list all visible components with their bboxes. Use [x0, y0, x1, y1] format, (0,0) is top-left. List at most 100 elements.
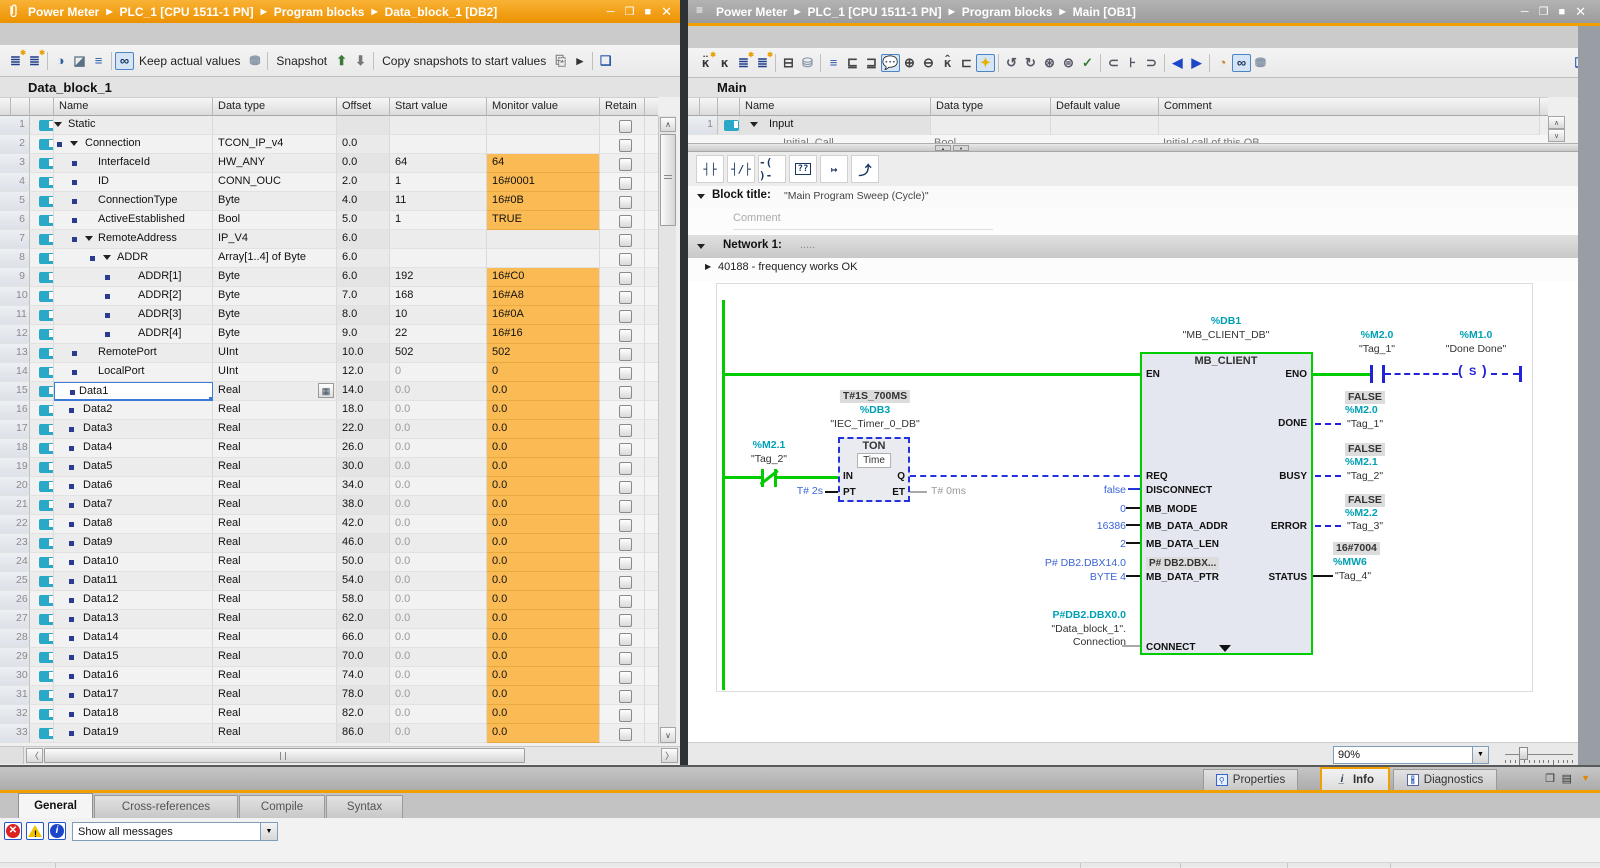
breadcrumb-program-blocks[interactable]: Program blocks — [962, 5, 1053, 19]
insert-row-icon[interactable]: ≣ — [6, 52, 25, 70]
column-header-name[interactable]: Name — [740, 97, 931, 116]
block-comment-row[interactable]: Comment — [688, 207, 1578, 235]
retain-checkbox[interactable] — [619, 614, 632, 627]
table-row[interactable]: 20Data6Real34.00.00.0 — [0, 477, 658, 496]
table-row[interactable]: 12ADDR[4]Byte9.02216#16 — [0, 325, 658, 344]
breadcrumb-plc[interactable]: PLC_1 [CPU 1511-1 PN] — [808, 5, 942, 19]
table-row[interactable]: 15Data1Real▦14.00.00.0 — [0, 382, 658, 401]
retain-checkbox[interactable] — [619, 481, 632, 494]
outdent-icon[interactable]: ⊑ — [843, 54, 862, 72]
add-row-icon[interactable]: ≣ — [753, 54, 772, 72]
indent-icon[interactable]: ≡ — [824, 54, 843, 72]
table-row[interactable]: 8ADDRArray[1..4] of Byte6.0 — [0, 249, 658, 268]
retain-checkbox[interactable] — [619, 158, 632, 171]
table-row[interactable]: 4IDCONN_OUC2.0116#0001 — [0, 173, 658, 192]
tab-syntax[interactable]: Syntax — [326, 795, 403, 818]
keep-values-icon[interactable]: ⛃ — [245, 52, 264, 70]
retain-checkbox[interactable] — [619, 253, 632, 266]
table-row[interactable]: 3InterfaceIdHW_ANY0.06464 — [0, 154, 658, 173]
tab-info[interactable]: i̲ Info — [1320, 767, 1390, 791]
table-row[interactable]: 7RemoteAddressIP_V46.0 — [0, 230, 658, 249]
retain-checkbox[interactable] — [619, 139, 632, 152]
table-row[interactable]: 2ConnectionTCON_IP_v40.0 — [0, 135, 658, 154]
no-contact-icon[interactable]: ┤├ — [696, 155, 724, 183]
table-row[interactable]: 29Data15Real70.00.00.0 — [0, 648, 658, 667]
retain-checkbox[interactable] — [619, 595, 632, 608]
retain-checkbox[interactable] — [619, 576, 632, 589]
retain-checkbox[interactable] — [619, 519, 632, 532]
float-panel-icon[interactable]: ❐ — [1545, 772, 1555, 785]
message-filter-select[interactable]: Show all messages ▼ — [72, 822, 278, 841]
retain-checkbox[interactable] — [619, 424, 632, 437]
retain-checkbox[interactable] — [619, 120, 632, 133]
table-row[interactable]: 19Data5Real30.00.00.0 — [0, 458, 658, 477]
maximize-icon[interactable]: ■ — [1558, 6, 1565, 18]
retain-checkbox[interactable] — [619, 215, 632, 228]
coil-plus-icon[interactable]: ⊕ — [900, 54, 919, 72]
retain-checkbox[interactable] — [619, 291, 632, 304]
retain-checkbox[interactable] — [619, 310, 632, 323]
column-header-offset[interactable]: Offset — [337, 97, 390, 116]
scroll-right-icon[interactable]: 〉 — [661, 748, 678, 763]
retain-checkbox[interactable] — [619, 234, 632, 247]
scroll-up-icon[interactable]: ∧ — [1548, 116, 1565, 129]
hscroll-thumb[interactable] — [44, 748, 525, 763]
retain-checkbox[interactable] — [619, 652, 632, 665]
monitor-all-icon[interactable]: ∞ — [115, 52, 134, 70]
network-title-placeholder[interactable]: ..... — [800, 239, 815, 251]
tab-cross-references[interactable]: Cross-references — [94, 795, 238, 818]
table-row[interactable]: 32Data18Real82.00.00.0 — [0, 705, 658, 724]
retain-checkbox[interactable] — [619, 177, 632, 190]
right-breadcrumb[interactable]: Power Meter▶ PLC_1 [CPU 1511-1 PN]▶ Prog… — [716, 0, 1136, 23]
table-row[interactable]: 22Data8Real42.00.00.0 — [0, 515, 658, 534]
more-icon[interactable]: ▸ — [570, 52, 589, 70]
insert-row-icon[interactable]: ≣ — [734, 54, 753, 72]
breadcrumb-project[interactable]: Power Meter — [28, 5, 99, 19]
retain-checkbox[interactable] — [619, 196, 632, 209]
table-row[interactable]: 30Data16Real74.00.00.0 — [0, 667, 658, 686]
comment-expand-icon[interactable]: ▶ — [705, 262, 711, 271]
table-row[interactable]: 21Data7Real38.00.00.0 — [0, 496, 658, 515]
table-row[interactable]: 6ActiveEstablishedBool5.01TRUE — [0, 211, 658, 230]
table-row[interactable]: 16Data2Real18.00.00.0 — [0, 401, 658, 420]
zoom-slider-thumb[interactable] — [1519, 747, 1528, 760]
nc-contact-icon[interactable]: ┤/├ — [727, 155, 755, 183]
column-header-comment[interactable]: Comment — [1159, 97, 1540, 116]
warning-filter-icon[interactable]: ! — [26, 822, 44, 840]
column-header-retain[interactable]: Retain — [600, 97, 645, 116]
close-icon[interactable]: ✕ — [661, 4, 672, 20]
retain-checkbox[interactable] — [619, 386, 632, 399]
retain-checkbox[interactable] — [619, 443, 632, 456]
splitter-down-icon[interactable]: ▼ — [953, 145, 969, 151]
zoom-slider-track[interactable] — [1505, 754, 1573, 755]
goto-def-icon[interactable]: ⊦ — [1123, 54, 1142, 72]
table-row[interactable]: 9ADDR[1]Byte6.019216#C0 — [0, 268, 658, 287]
table-row[interactable]: 33Data19Real86.00.00.0 — [0, 724, 658, 743]
column-header-datatype[interactable]: Data type — [213, 97, 337, 116]
breadcrumb-plc[interactable]: PLC_1 [CPU 1511-1 PN] — [120, 5, 254, 19]
table-row[interactable]: 28Data14Real66.00.00.0 — [0, 629, 658, 648]
retain-checkbox[interactable] — [619, 272, 632, 285]
db-lock-icon[interactable]: ⛃ — [1251, 54, 1270, 72]
goto-prev-icon[interactable]: ⊂ — [1104, 54, 1123, 72]
window-icon[interactable]: ❏ — [596, 52, 615, 70]
insert-network-icon[interactable]: ĸ̈ — [696, 54, 715, 72]
retain-checkbox[interactable] — [619, 367, 632, 380]
enable-eno-icon[interactable]: ↺ — [1002, 54, 1021, 72]
table-row[interactable]: 26Data12Real58.00.00.0 — [0, 591, 658, 610]
kh-icon[interactable]: ĸ̂ — [938, 54, 957, 72]
splitter-up-icon[interactable]: ▲ — [935, 145, 951, 151]
column-header-startvalue[interactable]: Start value — [390, 97, 487, 116]
contact-plus-icon[interactable]: ⊖ — [919, 54, 938, 72]
scroll-down-icon[interactable]: ∨ — [1548, 129, 1565, 142]
breadcrumb-data-block[interactable]: Data_block_1 [DB2] — [385, 5, 498, 19]
column-header-name[interactable]: Name — [54, 97, 213, 116]
snapshot-up-icon[interactable]: ⬆ — [332, 52, 351, 70]
table-row[interactable]: 17Data3Real22.00.00.0 — [0, 420, 658, 439]
column-header-datatype[interactable]: Data type — [931, 97, 1051, 116]
vscroll-thumb[interactable] — [660, 134, 676, 226]
tab-properties[interactable]: ⚲ Properties — [1203, 769, 1298, 790]
table-row[interactable]: 27Data13Real62.00.00.0 — [0, 610, 658, 629]
network-comment-row[interactable]: ▶ 40188 - frequency works OK — [688, 258, 1578, 281]
network-comment[interactable]: 40188 - frequency works OK — [718, 261, 857, 273]
